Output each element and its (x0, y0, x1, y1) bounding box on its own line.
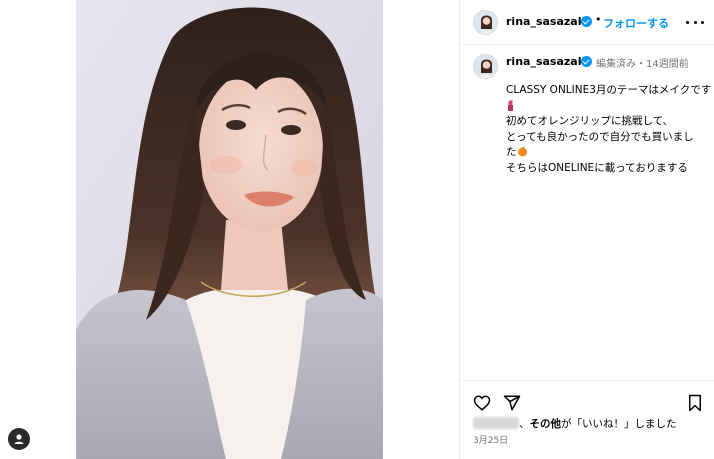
more-horizontal-icon[interactable] (686, 13, 704, 31)
post-side-panel: rina_sasazaki • フォローする rina_sasazaki 編集済… (459, 0, 714, 459)
post-header: rina_sasazaki • フォローする (460, 0, 714, 45)
avatar[interactable] (473, 10, 498, 35)
verified-badge-icon (581, 16, 592, 27)
separator-dot: • (595, 13, 602, 26)
follow-button[interactable]: フォローする (603, 15, 669, 31)
lipstick-emoji (506, 99, 711, 115)
post-date[interactable]: 3月25日 (473, 433, 508, 446)
verified-badge-icon (581, 56, 592, 67)
caption-line: た (506, 146, 517, 158)
likes-others-link[interactable]: その他 (530, 418, 562, 430)
likes-summary: 、その他が「いいね！」しました (473, 416, 677, 431)
caption-username[interactable]: rina_sasazaki (506, 55, 589, 68)
caption-line: そちらはONELINEに載っておりまする (506, 161, 688, 174)
tangerine-emoji (517, 146, 527, 157)
share-icon[interactable] (503, 394, 521, 412)
caption-line: とっても良かったので自分でも買いまし (506, 130, 694, 143)
action-bar (460, 380, 714, 420)
heart-icon[interactable] (473, 394, 491, 412)
username[interactable]: rina_sasazaki (506, 15, 589, 28)
bookmark-icon[interactable] (686, 394, 704, 412)
likes-separator: 、 (519, 418, 530, 430)
blurred-username (473, 417, 519, 429)
caption-line-with-emoji: た (506, 145, 711, 161)
caption-avatar[interactable] (473, 54, 498, 79)
left-gutter (0, 0, 76, 459)
edited-timestamp: 編集済み・14週間前 (596, 59, 689, 70)
caption-line: CLASSY ONLINE3月のテーマはメイクです (506, 84, 712, 96)
caption-text: CLASSY ONLINE3月のテーマはメイクです 初めてオレンジリップに挑戦し… (506, 83, 711, 176)
likes-suffix: が「いいね！」しました (561, 418, 677, 430)
profile-icon[interactable] (8, 428, 30, 450)
caption-line: 初めてオレンジリップに挑戦して、 (506, 115, 674, 127)
post-photo[interactable] (76, 0, 383, 459)
